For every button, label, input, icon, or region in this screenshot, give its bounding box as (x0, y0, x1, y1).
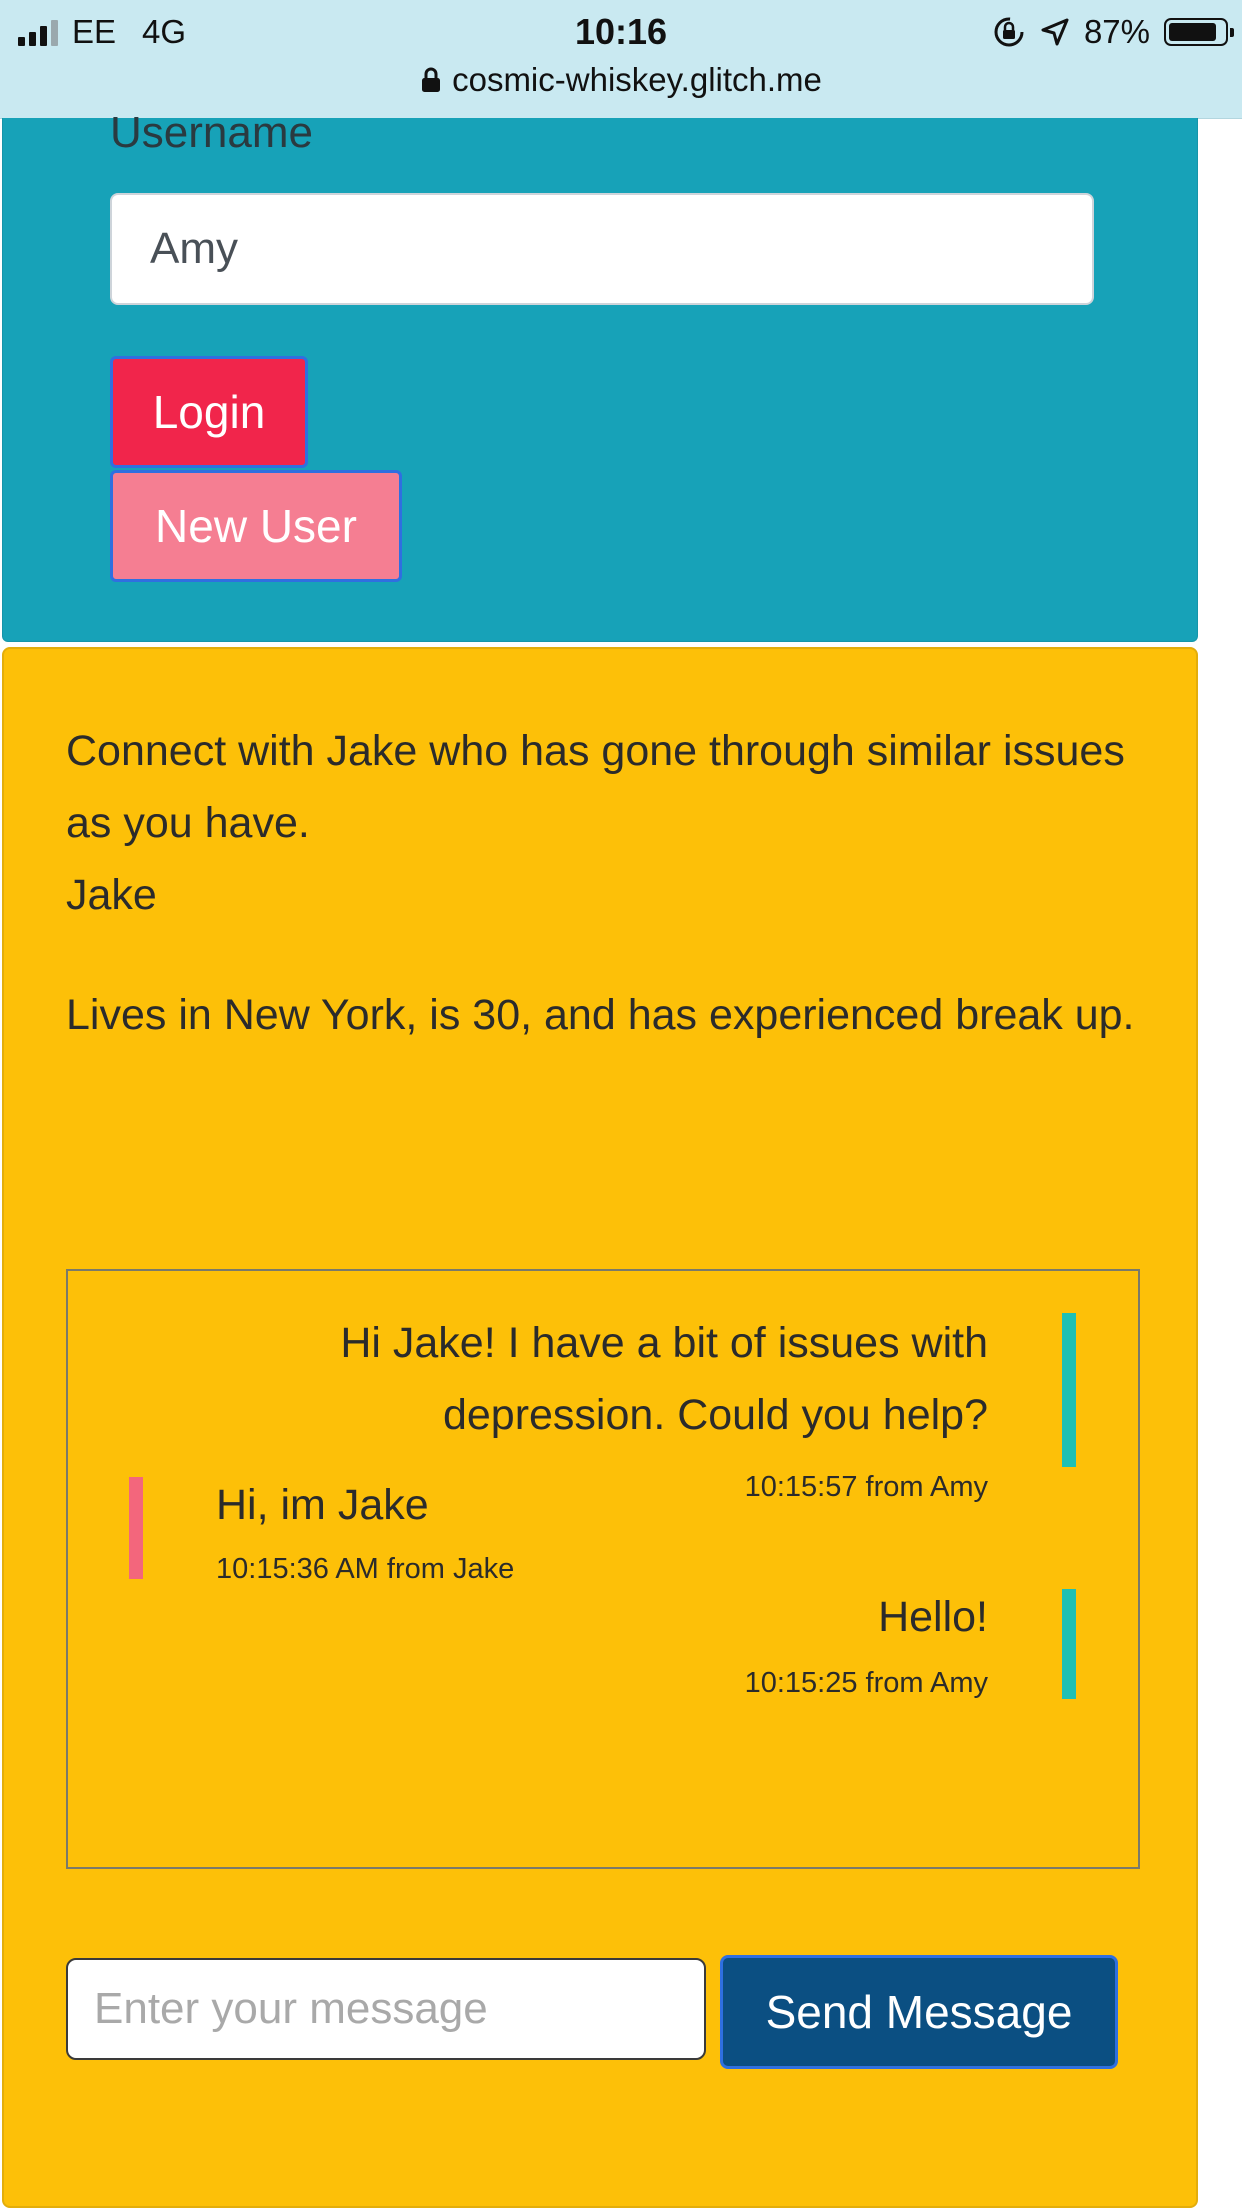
own-message-bar (1062, 1313, 1076, 1467)
new-user-button[interactable]: New User (110, 470, 402, 582)
orientation-lock-icon (994, 17, 1024, 47)
url-text: cosmic-whiskey.glitch.me (452, 61, 822, 98)
login-panel: Username Login New User (2, 108, 1198, 642)
battery-icon (1164, 18, 1234, 46)
mentor-description: Lives in New York, is 30, and has experi… (66, 991, 1135, 1039)
location-arrow-icon (1041, 18, 1069, 46)
message-text: Hi, im Jake (216, 1481, 429, 1529)
status-right: 87% (992, 10, 1234, 54)
send-message-button[interactable]: Send Message (720, 1955, 1118, 2069)
lock-icon (422, 67, 441, 92)
chat-message: Hello! 10:15:25 from Amy (745, 1581, 988, 1700)
message-text: Hi Jake! I have a bit of issues with dep… (340, 1319, 988, 1439)
login-button[interactable]: Login (110, 356, 308, 468)
own-message-bar (1062, 1589, 1076, 1699)
message-input[interactable] (66, 1958, 706, 2060)
chat-history[interactable]: Hi Jake! I have a bit of issues with dep… (66, 1269, 1140, 1869)
address-bar[interactable]: cosmic-whiskey.glitch.me (0, 58, 1242, 102)
status-bar: EE 4G 10:16 87% cosmic-whiskey.glitch.me (0, 0, 1242, 119)
message-meta: 10:15:25 from Amy (744, 1667, 988, 1699)
match-panel: Connect with Jake who has gone through s… (2, 647, 1198, 2208)
battery-percent: 87% (1083, 13, 1150, 50)
username-label: Username (110, 108, 313, 157)
chat-message: Hi, im Jake 10:15:36 AM from Jake (216, 1469, 514, 1586)
message-text: Hello! (878, 1593, 988, 1641)
battery-level (1169, 23, 1216, 41)
mentor-name: Jake (66, 871, 157, 919)
username-input[interactable] (110, 193, 1094, 305)
match-intro: Connect with Jake who has gone through s… (66, 727, 1125, 847)
other-message-bar (129, 1477, 143, 1579)
message-meta: 10:15:36 AM from Jake (216, 1553, 515, 1585)
